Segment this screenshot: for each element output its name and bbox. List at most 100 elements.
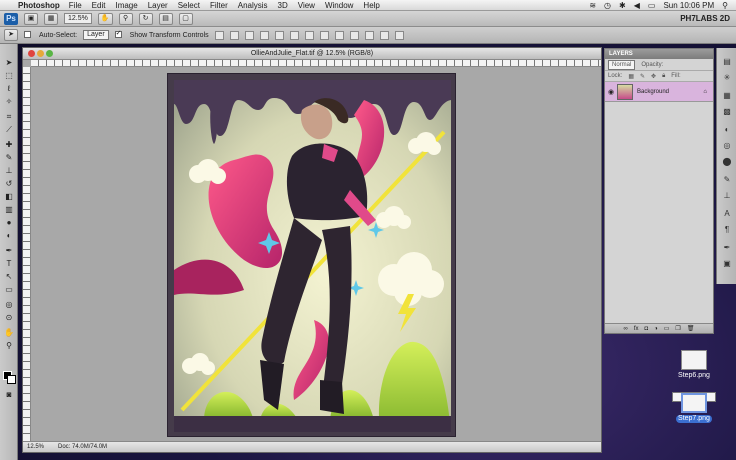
- zoom-tool-icon[interactable]: ⚲: [3, 341, 15, 351]
- screen-mode-button[interactable]: ▢: [178, 12, 193, 25]
- distribute-right-button[interactable]: [379, 30, 389, 40]
- hand-tool-icon[interactable]: ✋: [3, 328, 15, 338]
- layer-visibility-eye-icon[interactable]: ◉: [605, 88, 617, 96]
- background-color-swatch[interactable]: [7, 375, 16, 384]
- lock-position-icon[interactable]: ✥: [651, 73, 656, 80]
- bridge-button[interactable]: ▣: [24, 12, 38, 25]
- menu-edit[interactable]: Edit: [92, 1, 106, 10]
- brush-tool-icon[interactable]: ✎: [3, 153, 15, 163]
- clone-stamp-tool-icon[interactable]: ⊥: [3, 166, 15, 176]
- distribute-top-button[interactable]: [304, 30, 314, 40]
- document-canvas[interactable]: [167, 73, 456, 437]
- timemachine-icon[interactable]: ◷: [604, 1, 611, 10]
- menu-app-name[interactable]: Photoshop: [18, 1, 60, 10]
- swatches-panel-icon[interactable]: ▩: [721, 106, 733, 117]
- menu-file[interactable]: File: [69, 1, 82, 10]
- character-panel-icon[interactable]: A: [721, 208, 733, 219]
- clone-source-panel-icon[interactable]: ⊥: [721, 190, 733, 201]
- zoom-window-icon[interactable]: [46, 50, 53, 57]
- masks-panel-icon[interactable]: ◎: [721, 140, 733, 151]
- desktop-file-step7[interactable]: Step7.png: [672, 392, 716, 423]
- menu-select[interactable]: Select: [178, 1, 200, 10]
- link-layers-icon[interactable]: ∞: [624, 324, 628, 333]
- blend-mode-select[interactable]: Normal: [608, 59, 636, 70]
- 3d-rotate-tool-icon[interactable]: ◎: [3, 300, 15, 310]
- distribute-vcenter-button[interactable]: [319, 30, 329, 40]
- magic-wand-tool-icon[interactable]: ✧: [3, 97, 15, 107]
- minimize-window-icon[interactable]: [37, 50, 44, 57]
- distribute-hcenter-button[interactable]: [364, 30, 374, 40]
- channels-panel-icon[interactable]: ▣: [721, 258, 733, 269]
- arrange-documents-button[interactable]: ▤: [158, 12, 173, 25]
- align-left-button[interactable]: [259, 30, 269, 40]
- adjustment-layer-icon[interactable]: ◑: [654, 324, 658, 333]
- blur-tool-icon[interactable]: ●: [3, 218, 15, 228]
- quick-mask-icon[interactable]: ◙: [3, 390, 15, 400]
- align-right-button[interactable]: [289, 30, 299, 40]
- desktop-file-step6[interactable]: Step6.png: [672, 350, 716, 379]
- healing-brush-tool-icon[interactable]: ✚: [3, 140, 15, 150]
- align-vcenter-button[interactable]: [229, 30, 239, 40]
- auto-select-checkbox[interactable]: [24, 31, 33, 39]
- history-brush-tool-icon[interactable]: ↺: [3, 179, 15, 189]
- lock-all-icon[interactable]: 🔒︎: [662, 73, 665, 80]
- clock[interactable]: Sun 10:06 PM: [663, 1, 714, 10]
- volume-icon[interactable]: ◀: [634, 1, 640, 10]
- status-zoom[interactable]: 12.5%: [27, 442, 44, 452]
- layer-row-background[interactable]: ◉ Background ⌂: [605, 82, 713, 102]
- gradient-tool-icon[interactable]: ▥: [3, 205, 15, 215]
- 3d-orbit-tool-icon[interactable]: ⊙: [3, 313, 15, 323]
- move-tool-preset-button[interactable]: ➤: [4, 29, 18, 41]
- color-panel-icon[interactable]: ▦: [721, 90, 733, 101]
- eraser-tool-icon[interactable]: ◧: [3, 192, 15, 202]
- view-extras-button[interactable]: ▦: [44, 12, 58, 25]
- history-panel-icon[interactable]: ▤: [721, 56, 733, 67]
- marquee-tool-icon[interactable]: ⬚: [3, 71, 15, 81]
- show-transform-checkbox[interactable]: [114, 29, 124, 39]
- rotate-view-button[interactable]: ↻: [138, 12, 153, 25]
- auto-select-dropdown[interactable]: Layer: [83, 30, 109, 40]
- paths-panel-icon[interactable]: ✒: [721, 242, 733, 253]
- new-layer-icon[interactable]: ❐: [675, 324, 680, 333]
- hand-tool-button[interactable]: ✋: [97, 12, 113, 25]
- menu-analysis[interactable]: Analysis: [238, 1, 268, 10]
- zoom-level-select[interactable]: 12.5%: [64, 13, 92, 24]
- move-tool-icon[interactable]: ➤: [3, 58, 15, 68]
- align-top-button[interactable]: [214, 30, 224, 40]
- paragraph-panel-icon[interactable]: ¶: [721, 224, 733, 235]
- auto-align-button[interactable]: [394, 30, 404, 40]
- menu-window[interactable]: Window: [325, 1, 353, 10]
- path-selection-tool-icon[interactable]: ↖: [3, 272, 15, 282]
- type-tool-icon[interactable]: T: [3, 259, 15, 269]
- menu-3d[interactable]: 3D: [278, 1, 288, 10]
- pen-tool-icon[interactable]: ✒: [3, 246, 15, 256]
- distribute-left-button[interactable]: [349, 30, 359, 40]
- styles-panel-icon[interactable]: ⬤: [721, 156, 733, 167]
- bluetooth-icon[interactable]: ✱: [619, 1, 626, 10]
- adjustments-panel-icon[interactable]: ◐: [721, 124, 733, 135]
- brushes-panel-icon[interactable]: ✎: [721, 174, 733, 185]
- menu-help[interactable]: Help: [363, 1, 379, 10]
- add-mask-icon[interactable]: ◘: [645, 324, 649, 333]
- battery-icon[interactable]: ▭: [648, 1, 656, 10]
- spotlight-icon[interactable]: ⚲: [722, 1, 728, 10]
- document-title-bar[interactable]: OllieAndJulie_Flat.tif @ 12.5% (RGB/8): [23, 48, 601, 60]
- wifi-icon[interactable]: ≋: [589, 1, 596, 10]
- dodge-tool-icon[interactable]: ◐: [3, 231, 15, 241]
- status-doc-size[interactable]: Doc: 74.0M/74.0M: [58, 442, 107, 452]
- new-group-icon[interactable]: ▭: [664, 324, 670, 333]
- lock-transparent-icon[interactable]: ▦: [628, 73, 634, 80]
- align-hcenter-button[interactable]: [274, 30, 284, 40]
- layer-style-icon[interactable]: fx: [634, 324, 639, 333]
- horizontal-ruler[interactable]: [31, 60, 601, 67]
- workspace-switcher[interactable]: PH7LABS 2D: [680, 11, 730, 27]
- menu-view[interactable]: View: [298, 1, 315, 10]
- shape-tool-icon[interactable]: ▭: [3, 285, 15, 295]
- close-window-icon[interactable]: [28, 50, 35, 57]
- distribute-bottom-button[interactable]: [334, 30, 344, 40]
- eyedropper-tool-icon[interactable]: ⟋: [3, 125, 15, 135]
- vertical-ruler[interactable]: [23, 67, 31, 441]
- menu-image[interactable]: Image: [115, 1, 137, 10]
- align-bottom-button[interactable]: [244, 30, 254, 40]
- navigator-panel-icon[interactable]: ✳: [721, 72, 733, 83]
